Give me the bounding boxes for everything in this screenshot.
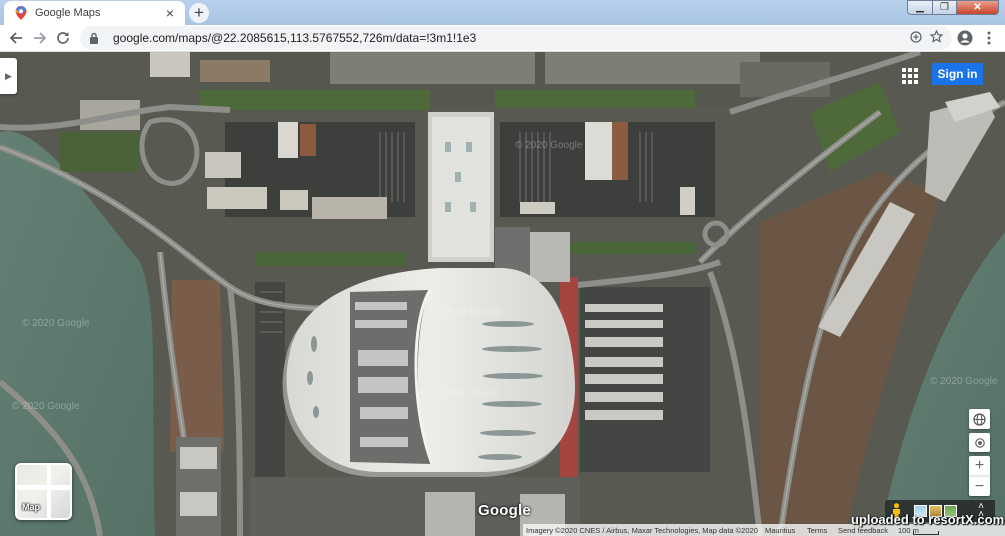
lock-icon (89, 31, 101, 45)
close-window-button[interactable]: ✕ (957, 0, 999, 15)
scale-bar[interactable] (913, 531, 939, 535)
more-vert-icon (987, 31, 991, 45)
reload-icon (57, 32, 69, 44)
maximize-button[interactable]: ❐ (933, 0, 957, 15)
install-button[interactable] (906, 30, 926, 46)
bookmark-button[interactable] (926, 29, 946, 46)
forward-button[interactable] (29, 27, 51, 49)
imagery-watermark: © 2020 Google (22, 318, 90, 329)
terms-link[interactable]: Terms (807, 526, 827, 535)
globe-view-button[interactable] (969, 409, 990, 429)
map-layer-toggle[interactable]: Map (15, 463, 72, 520)
chevron-right-icon: ▶ (5, 70, 12, 81)
map-canvas[interactable]: © 2020 Google © 2020 Google © 2020 Googl… (0, 52, 1005, 536)
window-controls: ▁ ❐ ✕ (907, 0, 999, 15)
browser-menu-button[interactable] (978, 27, 1000, 49)
address-bar[interactable]: google.com/maps/@22.2085615,113.5767552,… (80, 26, 952, 50)
satellite-imagery[interactable] (0, 52, 1005, 536)
profile-button[interactable] (954, 27, 976, 49)
imagery-attribution: Imagery ©2020 CNES / Airbus, Maxar Techn… (526, 526, 758, 535)
apps-grid-icon (902, 68, 906, 72)
back-arrow-icon (9, 32, 22, 44)
tab-title: Google Maps (35, 7, 101, 19)
layer-toggle-label: Map (22, 502, 40, 512)
account-circle-icon (957, 30, 973, 46)
minimize-button[interactable]: ▁ (907, 0, 933, 15)
my-location-button[interactable] (969, 433, 990, 452)
reload-button[interactable] (52, 27, 74, 49)
upload-watermark: uploaded to resortX.com (851, 512, 1005, 527)
side-panel-toggle[interactable]: ▶ (0, 58, 17, 94)
sign-in-button[interactable]: Sign in (932, 63, 983, 85)
zoom-in-button[interactable]: + (969, 456, 990, 476)
new-tab-button[interactable]: + (189, 3, 209, 23)
region-link[interactable]: Mauritius (765, 526, 795, 535)
globe-icon (973, 412, 986, 426)
browser-toolbar: google.com/maps/@22.2085615,113.5767552,… (0, 25, 1005, 52)
tab-strip: Google Maps × + ▁ ❐ ✕ (0, 0, 1005, 25)
star-icon (929, 29, 943, 43)
imagery-watermark: © 2020 Google (434, 307, 502, 318)
send-feedback-link[interactable]: Send feedback (838, 526, 888, 535)
zoom-out-button[interactable]: − (969, 476, 990, 496)
thumbnail-road (47, 465, 51, 518)
browser-window: Google Maps × + ▁ ❐ ✕ google.com/maps/@2… (0, 0, 1005, 536)
url-text[interactable]: google.com/maps/@22.2085615,113.5767552,… (113, 31, 906, 45)
tab-close-button[interactable]: × (162, 5, 178, 21)
imagery-watermark: © 2020 Google (515, 140, 583, 151)
apps-button[interactable] (901, 67, 919, 85)
thumbnail-road (17, 485, 70, 490)
imagery-watermark: © 2020 Google (432, 388, 500, 399)
my-location-icon (974, 437, 985, 448)
google-logo: Google (478, 502, 531, 519)
imagery-watermark: © 2020 Google (12, 401, 80, 412)
add-circle-icon (910, 30, 922, 43)
forward-arrow-icon (34, 32, 47, 44)
imagery-watermark: © 2020 Google (930, 376, 998, 387)
back-button[interactable] (5, 27, 27, 49)
browser-tab[interactable]: Google Maps × (4, 1, 185, 25)
google-maps-pin-icon (14, 6, 28, 20)
